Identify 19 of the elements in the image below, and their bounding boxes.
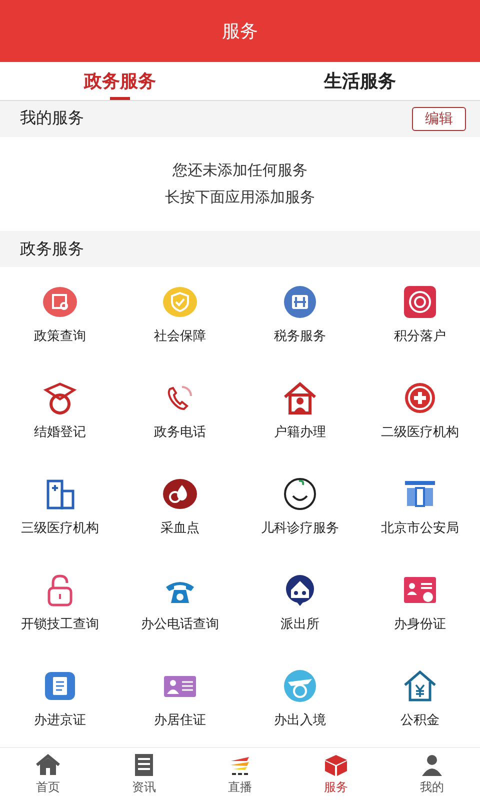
section-title: 政务服务 [20, 238, 84, 260]
section-title: 我的服务 [20, 108, 84, 130]
page-title: 服务 [222, 20, 258, 43]
person-icon [419, 752, 445, 777]
house-person-icon [282, 381, 318, 416]
home-icon [35, 752, 61, 777]
empty-message: 长按下面应用添加服务 [165, 188, 315, 207]
edit-button[interactable]: 编辑 [412, 106, 466, 131]
shield-icon [162, 285, 198, 320]
magnifier-document-icon [42, 285, 78, 320]
medical-cross-icon [402, 381, 438, 416]
empty-message: 您还未添加任何服务 [172, 160, 308, 180]
blood-drop-icon [162, 477, 198, 512]
house-yen-icon [402, 669, 438, 704]
ring-icon [42, 381, 78, 416]
airplane-globe-icon [282, 669, 318, 704]
box-icon [323, 752, 349, 777]
tax-badge-icon [282, 285, 318, 320]
baby-face-icon [282, 477, 318, 512]
